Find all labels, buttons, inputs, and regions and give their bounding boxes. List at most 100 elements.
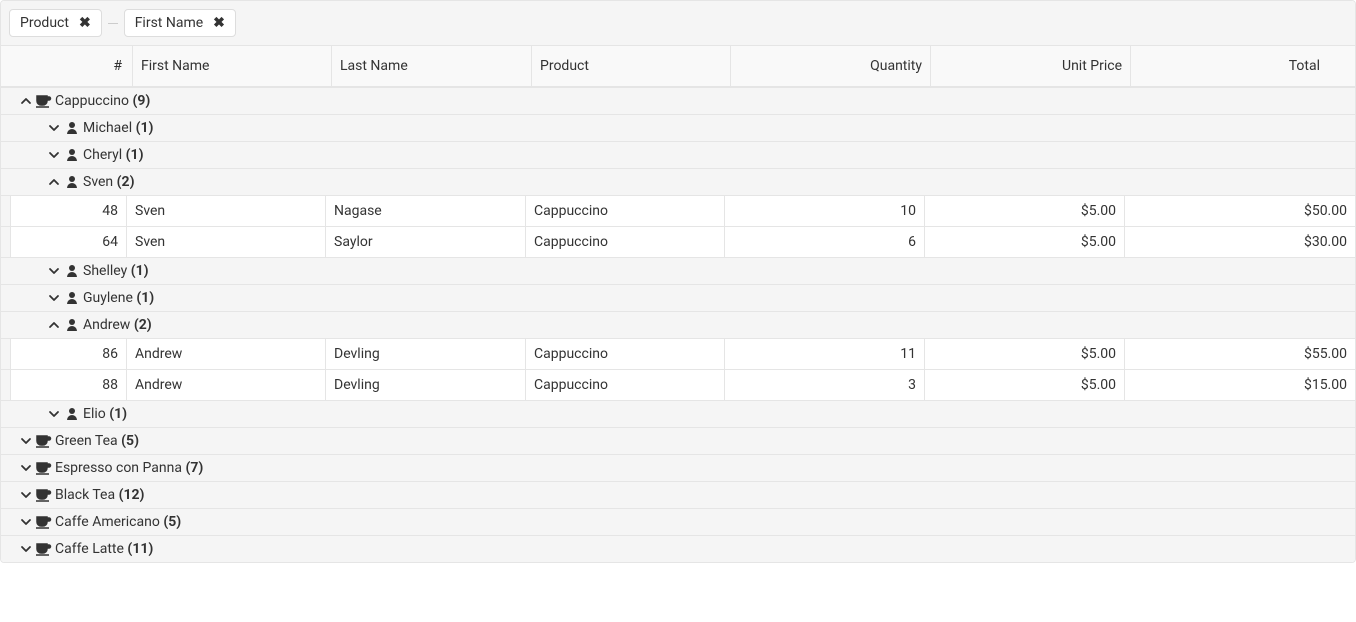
group-label: Sven [83, 174, 113, 190]
column-header-firstname[interactable]: First Name [133, 46, 332, 86]
group-chip-label: Product [20, 15, 69, 31]
group-label: Andrew [83, 317, 130, 333]
group-count: (5) [163, 514, 181, 530]
group-count: (2) [117, 174, 135, 190]
chevron-down-icon[interactable] [19, 489, 33, 501]
close-icon[interactable]: ✖ [213, 15, 225, 31]
group-label: Michael [83, 120, 132, 136]
coffee-cup-icon [35, 434, 53, 448]
chevron-down-icon[interactable] [19, 543, 33, 555]
cell-unitprice: $5.00 [925, 227, 1125, 257]
cell-firstname: Andrew [127, 339, 326, 369]
firstname-group-row[interactable]: Elio (1) [1, 400, 1355, 427]
cell-quantity: 11 [725, 339, 925, 369]
firstname-group-row[interactable]: Shelley (1) [1, 257, 1355, 284]
column-header-quantity[interactable]: Quantity [731, 46, 931, 86]
table-row[interactable]: 88 Andrew Devling Cappuccino 3 $5.00 $15… [1, 369, 1355, 400]
group-count: (12) [119, 487, 145, 503]
coffee-cup-icon [35, 461, 53, 475]
product-group-row[interactable]: Green Tea (5) [1, 427, 1355, 454]
cell-lastname: Nagase [326, 196, 526, 226]
cell-total: $15.00 [1125, 370, 1355, 400]
cell-firstname: Sven [127, 227, 326, 257]
firstname-group-row[interactable]: Andrew (2) [1, 311, 1355, 338]
firstname-group-row[interactable]: Michael (1) [1, 114, 1355, 141]
product-group-row[interactable]: Black Tea (12) [1, 481, 1355, 508]
group-label: Black Tea [55, 487, 115, 503]
cell-product: Cappuccino [526, 370, 725, 400]
group-count: (1) [109, 406, 127, 422]
table-row[interactable]: 48 Sven Nagase Cappuccino 10 $5.00 $50.0… [1, 195, 1355, 226]
cell-quantity: 10 [725, 196, 925, 226]
group-count: (1) [136, 290, 154, 306]
firstname-group-row[interactable]: Guylene (1) [1, 284, 1355, 311]
group-label: Caffe Latte [55, 541, 124, 557]
column-header-unitprice[interactable]: Unit Price [931, 46, 1131, 86]
group-label: Cheryl [83, 147, 122, 163]
group-label: Guylene [83, 290, 133, 306]
cell-unitprice: $5.00 [925, 196, 1125, 226]
chevron-down-icon[interactable] [47, 265, 61, 277]
chevron-down-icon[interactable] [47, 292, 61, 304]
group-chip-firstname[interactable]: First Name ✖ [124, 9, 236, 37]
group-count: (1) [126, 147, 144, 163]
group-chip-label: First Name [135, 15, 203, 31]
coffee-cup-icon [35, 488, 53, 502]
close-icon[interactable]: ✖ [79, 15, 91, 31]
chevron-up-icon[interactable] [47, 319, 61, 331]
column-header-num[interactable]: # [17, 46, 133, 86]
product-group-row[interactable]: Espresso con Panna (7) [1, 454, 1355, 481]
product-group-row[interactable]: Caffe Latte (11) [1, 535, 1355, 562]
chevron-down-icon[interactable] [47, 122, 61, 134]
person-icon [63, 264, 81, 278]
cell-total: $55.00 [1125, 339, 1355, 369]
cell-firstname: Sven [127, 196, 326, 226]
product-group-row[interactable]: Cappuccino (9) [1, 87, 1355, 114]
chip-connector [108, 23, 118, 24]
group-count: (1) [136, 120, 154, 136]
column-header-expander [1, 46, 17, 86]
column-header-product[interactable]: Product [532, 46, 731, 86]
column-header-row: # First Name Last Name Product Quantity … [1, 46, 1355, 87]
chevron-down-icon[interactable] [19, 462, 33, 474]
group-chip-product[interactable]: Product ✖ [9, 9, 102, 37]
person-icon [63, 148, 81, 162]
cell-total: $50.00 [1125, 196, 1355, 226]
cell-num: 88 [11, 370, 127, 400]
person-icon [63, 407, 81, 421]
firstname-group-row[interactable]: Sven (2) [1, 168, 1355, 195]
table-row[interactable]: 64 Sven Saylor Cappuccino 6 $5.00 $30.00 [1, 226, 1355, 257]
group-label: Espresso con Panna [55, 460, 182, 476]
product-group-row[interactable]: Caffe Americano (5) [1, 508, 1355, 535]
cell-total: $30.00 [1125, 227, 1355, 257]
chevron-down-icon[interactable] [47, 408, 61, 420]
group-count: (1) [131, 263, 149, 279]
person-icon [63, 291, 81, 305]
cell-num: 86 [11, 339, 127, 369]
cell-num: 64 [11, 227, 127, 257]
group-label: Green Tea [55, 433, 118, 449]
cell-num: 48 [11, 196, 127, 226]
group-count: (11) [127, 541, 153, 557]
person-icon [63, 121, 81, 135]
coffee-cup-icon [35, 542, 53, 556]
column-header-total[interactable]: Total [1131, 46, 1355, 86]
coffee-cup-icon [35, 515, 53, 529]
cell-unitprice: $5.00 [925, 370, 1125, 400]
chevron-down-icon[interactable] [19, 435, 33, 447]
group-label: Elio [83, 406, 106, 422]
group-panel: Product ✖ First Name ✖ [1, 1, 1355, 46]
chevron-up-icon[interactable] [47, 176, 61, 188]
group-count: (2) [134, 317, 152, 333]
chevron-up-icon[interactable] [19, 95, 33, 107]
chevron-down-icon[interactable] [19, 516, 33, 528]
cell-lastname: Devling [326, 370, 526, 400]
person-icon [63, 175, 81, 189]
group-count: (7) [185, 460, 203, 476]
cell-unitprice: $5.00 [925, 339, 1125, 369]
cell-lastname: Devling [326, 339, 526, 369]
column-header-lastname[interactable]: Last Name [332, 46, 532, 86]
firstname-group-row[interactable]: Cheryl (1) [1, 141, 1355, 168]
chevron-down-icon[interactable] [47, 149, 61, 161]
table-row[interactable]: 86 Andrew Devling Cappuccino 11 $5.00 $5… [1, 338, 1355, 369]
